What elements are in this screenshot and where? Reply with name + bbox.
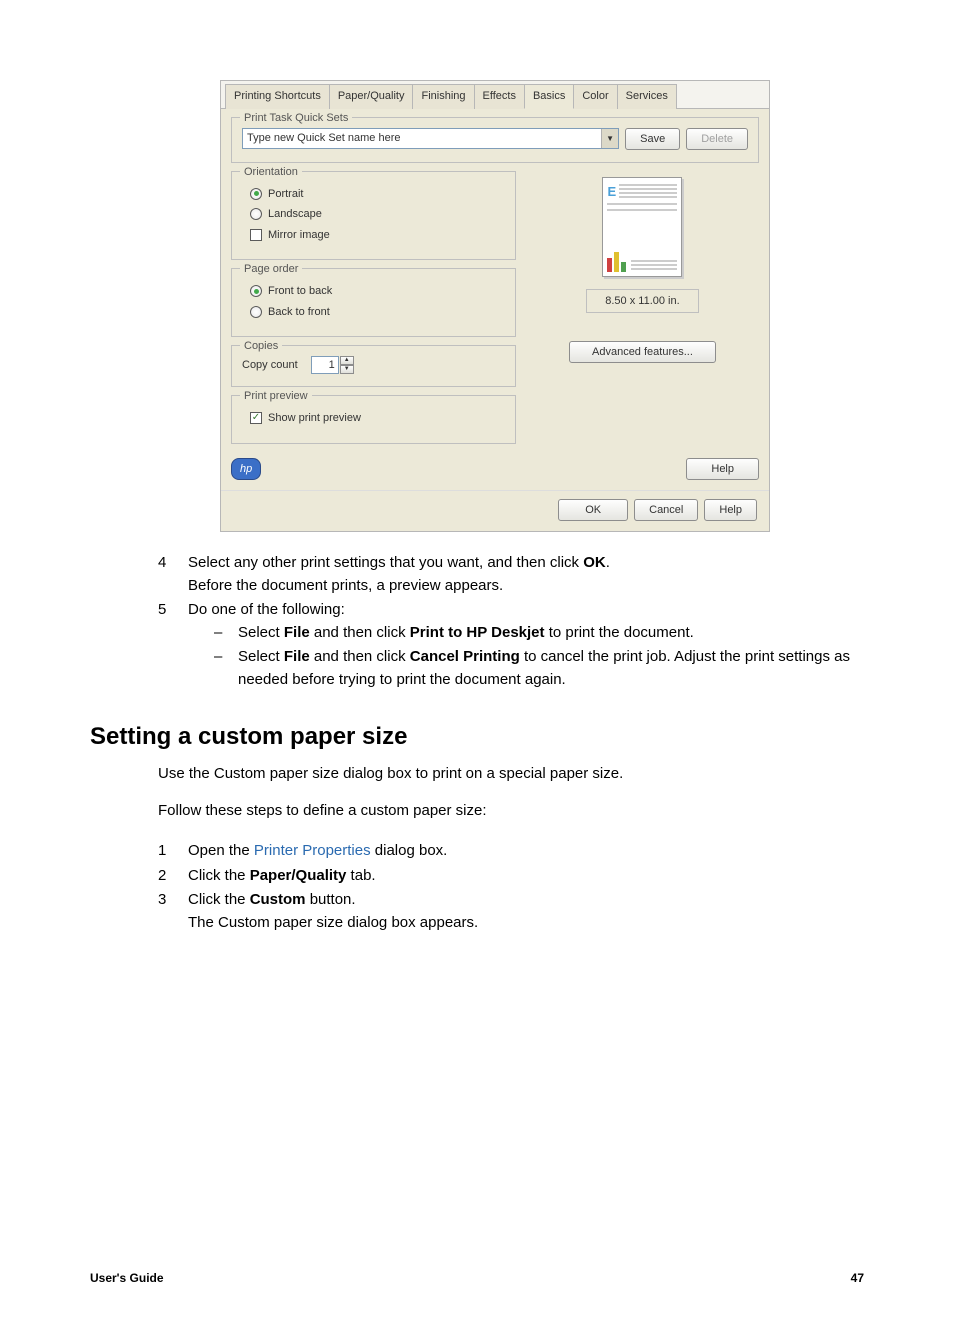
checkbox-icon: ✓ xyxy=(250,412,262,424)
step-number: 2 xyxy=(158,865,188,888)
orientation-landscape-label: Landscape xyxy=(268,206,322,223)
cancel-button[interactable]: Cancel xyxy=(634,499,698,521)
radio-icon xyxy=(250,208,262,220)
page-order-legend: Page order xyxy=(240,261,302,278)
step-5-intro: Do one of the following: xyxy=(188,601,345,618)
back-to-front-label: Back to front xyxy=(268,304,330,321)
step-number: 5 xyxy=(158,599,188,693)
tab-panel-basics: Print Task Quick Sets Type new Quick Set… xyxy=(221,109,769,491)
chevron-down-icon[interactable]: ▼ xyxy=(601,129,618,148)
front-to-back-label: Front to back xyxy=(268,283,332,300)
orientation-group: Orientation Portrait Landscape Mirror im… xyxy=(231,171,516,261)
page-order-back-to-front-radio[interactable]: Back to front xyxy=(250,304,505,321)
save-button[interactable]: Save xyxy=(625,128,680,150)
copy-count-stepper[interactable]: 1 ▲ ▼ xyxy=(311,356,354,374)
tab-printing-shortcuts[interactable]: Printing Shortcuts xyxy=(225,84,330,109)
copy-count-input[interactable]: 1 xyxy=(311,356,339,374)
footer-page-number: 47 xyxy=(851,1269,864,1287)
step-5-bullet-1: Select File and then click Print to HP D… xyxy=(238,622,694,645)
step-1-text: Open the Printer Properties dialog box. xyxy=(188,840,864,863)
delete-button: Delete xyxy=(686,128,748,150)
printer-properties-dialog: Printing Shortcuts Paper/Quality Finishi… xyxy=(220,80,770,532)
tab-basics[interactable]: Basics xyxy=(524,84,574,109)
tab-strip: Printing Shortcuts Paper/Quality Finishi… xyxy=(221,81,769,109)
page-order-group: Page order Front to back Back to front xyxy=(231,268,516,337)
step-4-line2: Before the document prints, a preview ap… xyxy=(188,577,503,594)
printer-properties-link[interactable]: Printer Properties xyxy=(254,842,371,859)
quickset-name-input[interactable]: Type new Quick Set name here xyxy=(247,130,400,147)
advanced-features-button[interactable]: Advanced features... xyxy=(569,341,716,363)
preview-letter-icon: E xyxy=(607,182,616,202)
stepper-down-icon[interactable]: ▼ xyxy=(340,365,354,374)
page-preview-thumbnail: E xyxy=(602,177,682,277)
tab-services[interactable]: Services xyxy=(617,84,677,109)
step-3-line1: Click the Custom button. xyxy=(188,891,356,908)
doc-content: 4 Select any other print settings that y… xyxy=(90,552,864,693)
copies-group: Copies Copy count 1 ▲ ▼ xyxy=(231,345,516,387)
paper-dimensions-label: 8.50 x 11.00 in. xyxy=(586,289,698,314)
show-print-preview-label: Show print preview xyxy=(268,410,361,427)
orientation-portrait-radio[interactable]: Portrait xyxy=(250,186,505,203)
print-preview-legend: Print preview xyxy=(240,388,312,405)
radio-icon xyxy=(250,188,262,200)
step-number: 3 xyxy=(158,889,188,934)
tab-finishing[interactable]: Finishing xyxy=(412,84,474,109)
preview-chart-icon xyxy=(607,248,677,272)
radio-icon xyxy=(250,285,262,297)
orientation-portrait-label: Portrait xyxy=(268,186,303,203)
show-print-preview-checkbox[interactable]: ✓ Show print preview xyxy=(250,410,505,427)
orientation-landscape-radio[interactable]: Landscape xyxy=(250,206,505,223)
quicksets-group: Print Task Quick Sets Type new Quick Set… xyxy=(231,117,759,163)
ok-button[interactable]: OK xyxy=(558,499,628,521)
orientation-legend: Orientation xyxy=(240,164,302,181)
step-2-text: Click the Paper/Quality tab. xyxy=(188,865,864,888)
mirror-image-label: Mirror image xyxy=(268,227,330,244)
step-number: 4 xyxy=(158,552,188,597)
radio-icon xyxy=(250,306,262,318)
step-4-line1: Select any other print settings that you… xyxy=(188,554,610,571)
print-preview-group: Print preview ✓ Show print preview xyxy=(231,395,516,444)
section-heading: Setting a custom paper size xyxy=(90,719,864,755)
copy-count-label: Copy count xyxy=(242,359,298,371)
tab-paper-quality[interactable]: Paper/Quality xyxy=(329,84,414,109)
dialog-help-button[interactable]: Help xyxy=(704,499,757,521)
hp-logo-icon: hp xyxy=(231,458,261,481)
step-5-bullet-2: Select File and then click Cancel Printi… xyxy=(238,646,864,691)
tab-color[interactable]: Color xyxy=(573,84,617,109)
copies-legend: Copies xyxy=(240,338,282,355)
mirror-image-checkbox[interactable]: Mirror image xyxy=(250,227,505,244)
stepper-up-icon[interactable]: ▲ xyxy=(340,356,354,365)
checkbox-icon xyxy=(250,229,262,241)
right-column: E xyxy=(526,171,759,452)
page-order-front-to-back-radio[interactable]: Front to back xyxy=(250,283,505,300)
tab-effects[interactable]: Effects xyxy=(474,84,525,109)
step-3-line2: The Custom paper size dialog box appears… xyxy=(188,914,478,931)
quicksets-legend: Print Task Quick Sets xyxy=(240,110,352,127)
quickset-name-combo[interactable]: Type new Quick Set name here ▼ xyxy=(242,128,619,149)
footer-left: User's Guide xyxy=(90,1269,164,1287)
paragraph-2: Follow these steps to define a custom pa… xyxy=(158,800,864,823)
dialog-button-row: OK Cancel Help xyxy=(221,490,769,531)
page-footer: User's Guide 47 xyxy=(90,1269,864,1287)
step-number: 1 xyxy=(158,840,188,863)
paragraph-1: Use the Custom paper size dialog box to … xyxy=(158,763,864,786)
tab-help-button[interactable]: Help xyxy=(686,458,759,480)
